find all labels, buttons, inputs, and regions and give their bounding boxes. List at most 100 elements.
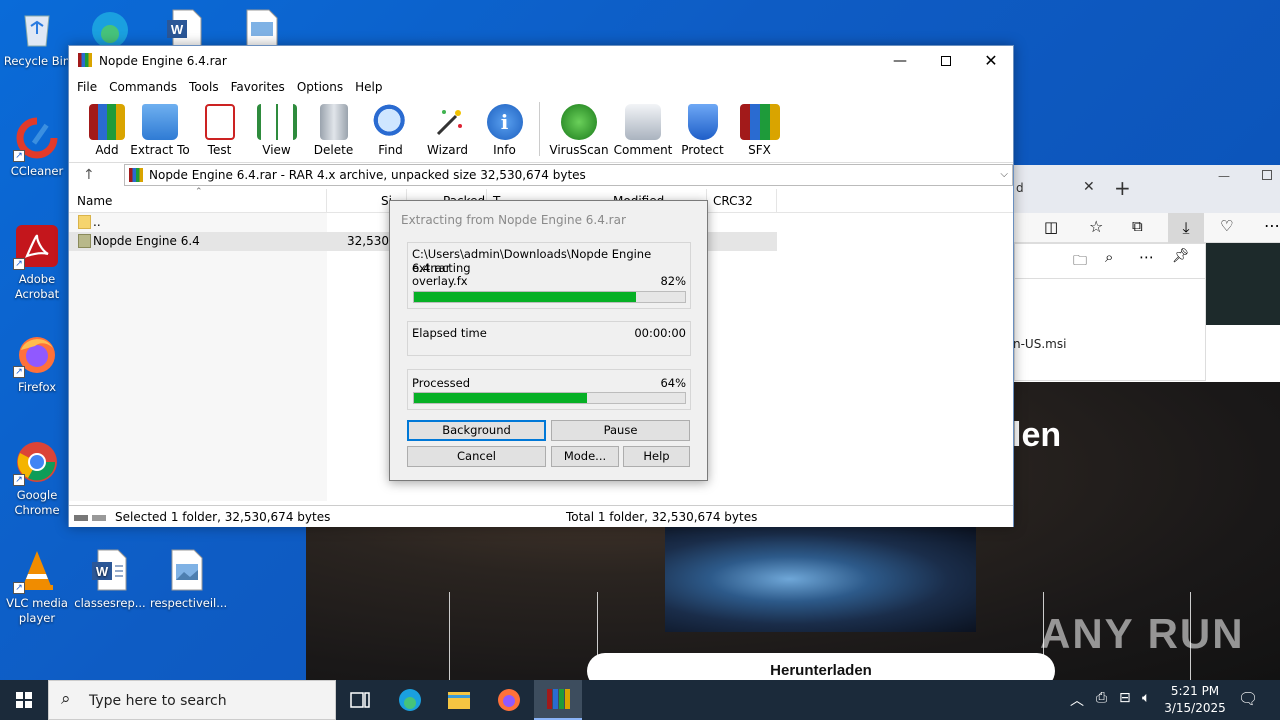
drive-icon[interactable] (74, 512, 106, 521)
file-explorer-icon[interactable] (435, 680, 483, 720)
more-options-icon[interactable]: ⋯ (1139, 248, 1154, 266)
desktop-icon-label: Firefox (17, 380, 57, 394)
downloads-icon[interactable]: ⤓ (1168, 213, 1204, 243)
maximize-button[interactable] (923, 46, 969, 76)
view-button[interactable]: View (248, 98, 305, 157)
health-icon[interactable]: ♡ (1220, 217, 1233, 235)
download-button[interactable]: Herunterladen (587, 653, 1055, 682)
browser-tab-bar: d ✕ + — (1014, 165, 1280, 213)
processed-group: Processed 64% (407, 369, 691, 410)
favorites-icon[interactable]: ☆ (1089, 217, 1103, 236)
adobe-acrobat-icon: ↗ (13, 224, 59, 270)
cancel-button[interactable]: Cancel (407, 446, 546, 467)
task-view-icon[interactable] (336, 680, 384, 720)
find-magnifier-icon (372, 104, 409, 140)
virusscan-label: VirusScan (549, 143, 609, 157)
menu-tools[interactable]: Tools (189, 80, 225, 94)
start-button[interactable] (0, 680, 48, 720)
desktop-icon-adobe-acrobat[interactable]: ↗ Adobe Acrobat (1, 224, 73, 302)
network-device-icon[interactable]: ⎙ (1096, 690, 1107, 720)
wizard-wand-icon (430, 104, 466, 140)
more-icon[interactable]: ⋯ (1264, 216, 1280, 235)
image-file-icon (164, 548, 208, 592)
menu-file[interactable]: File (77, 80, 103, 94)
collections-icon[interactable]: ⧉ (1132, 217, 1143, 235)
test-button[interactable]: Test (191, 98, 248, 157)
menu-favorites[interactable]: Favorites (231, 80, 291, 94)
sfx-label: SFX (748, 143, 771, 157)
split-screen-icon[interactable]: ◫ (1044, 218, 1058, 236)
tab-title-fragment[interactable]: d (1016, 181, 1024, 195)
desktop-icon-ccleaner[interactable]: ↗ CCleaner (1, 116, 73, 179)
shortcut-arrow-icon: ↗ (13, 582, 25, 594)
extract-to-button[interactable]: Extract To (129, 98, 191, 157)
desktop-icon-respectiveil[interactable]: respectiveil... (150, 548, 228, 611)
menu-options[interactable]: Options (297, 80, 349, 94)
desktop-icon-vlc[interactable]: ↗ VLC media player (1, 548, 73, 626)
find-button[interactable]: Find (362, 98, 419, 157)
edge-desktop-icon[interactable] (88, 6, 132, 48)
shortcut-arrow-icon: ↗ (13, 474, 25, 486)
file-name: .. (93, 215, 101, 229)
firefox-taskbar-icon[interactable] (485, 680, 533, 720)
desktop-icon-recycle-bin[interactable]: Recycle Bin (1, 6, 73, 69)
download-item-name[interactable]: n-US.msi (1014, 337, 1066, 351)
wizard-button[interactable]: Wizard (419, 98, 476, 157)
taskbar-search-box[interactable]: ⌕ Type here to search (48, 680, 336, 720)
new-tab-icon[interactable]: + (1114, 176, 1131, 200)
desktop-icon-classesrep[interactable]: W classesrep... (74, 548, 146, 611)
edge-taskbar-icon[interactable] (386, 680, 434, 720)
clock[interactable]: 5:21 PM 3/15/2025 (1160, 683, 1230, 717)
minimize-button[interactable]: — (877, 46, 923, 76)
mode-button[interactable]: Mode... (551, 446, 619, 467)
pin-icon[interactable]: 📌︎ (1172, 248, 1190, 264)
sfx-button[interactable]: SFX (731, 98, 788, 157)
sfx-box-icon (739, 104, 780, 140)
menu-bar: File Commands Tools Favorites Options He… (69, 76, 1013, 98)
desktop-icon-label: respectiveil... (150, 596, 228, 610)
processed-percent: 64% (660, 376, 686, 390)
winrar-taskbar-icon[interactable] (534, 680, 582, 720)
col-crc32[interactable]: CRC32 (713, 194, 753, 208)
protect-button[interactable]: Protect (674, 98, 731, 157)
network-icon[interactable]: ⊟ (1119, 690, 1131, 720)
col-name[interactable]: Name (77, 194, 112, 208)
menu-help[interactable]: Help (355, 80, 388, 94)
desktop-icon-firefox[interactable]: ↗ Firefox (1, 332, 73, 395)
desktop-icon-google-chrome[interactable]: ↗ Google Chrome (1, 440, 73, 518)
open-folder-icon[interactable]: 🗀 (1073, 250, 1087, 274)
image-desktop-icon[interactable] (241, 8, 285, 49)
browser-toolbar: ◫ ☆ ⧉ ⤓ ♡ ⋯ (1014, 213, 1280, 243)
up-arrow-icon[interactable]: ↑ (83, 167, 99, 183)
show-hidden-icons-icon[interactable]: ︿ (1070, 690, 1084, 720)
comment-button[interactable]: Comment (612, 98, 674, 157)
chevron-down-icon[interactable]: ⌵ (1000, 165, 1008, 185)
archive-path-field[interactable]: Nopde Engine 6.4.rar - RAR 4.x archive, … (124, 164, 1013, 186)
action-text: extracting (412, 261, 471, 275)
pause-button[interactable]: Pause (551, 420, 690, 441)
close-button[interactable]: ✕ (968, 46, 1014, 76)
info-button[interactable]: i Info (476, 98, 533, 157)
info-label: Info (493, 143, 516, 157)
minimize-icon[interactable]: — (1218, 169, 1230, 183)
folder-up-icon (78, 215, 91, 229)
background-button[interactable]: Background (407, 420, 546, 441)
close-tab-icon[interactable]: ✕ (1083, 179, 1095, 195)
add-button[interactable]: Add (85, 98, 129, 157)
window-title: Nopde Engine 6.4.rar (99, 54, 227, 68)
address-bar: ↑ Nopde Engine 6.4.rar - RAR 4.x archive… (69, 162, 1013, 188)
processed-label: Processed (412, 376, 470, 390)
delete-button[interactable]: Delete (305, 98, 362, 157)
volume-icon[interactable]: 🔈︎ (1142, 690, 1150, 720)
virusscan-button[interactable]: VirusScan (546, 98, 612, 157)
help-button[interactable]: Help (623, 446, 690, 467)
elapsed-group: Elapsed time 00:00:00 (407, 321, 691, 356)
toolbar-separator (539, 102, 540, 156)
notifications-icon[interactable]: 🗨︎ (1238, 689, 1258, 720)
add-label: Add (95, 143, 119, 157)
maximize-icon[interactable] (1262, 170, 1272, 180)
menu-commands[interactable]: Commands (109, 80, 183, 94)
search-icon[interactable]: ⌕ (1105, 248, 1113, 266)
anyrun-watermark: ANY RUN (1040, 610, 1245, 657)
word-desktop-icon[interactable]: W (163, 8, 207, 49)
